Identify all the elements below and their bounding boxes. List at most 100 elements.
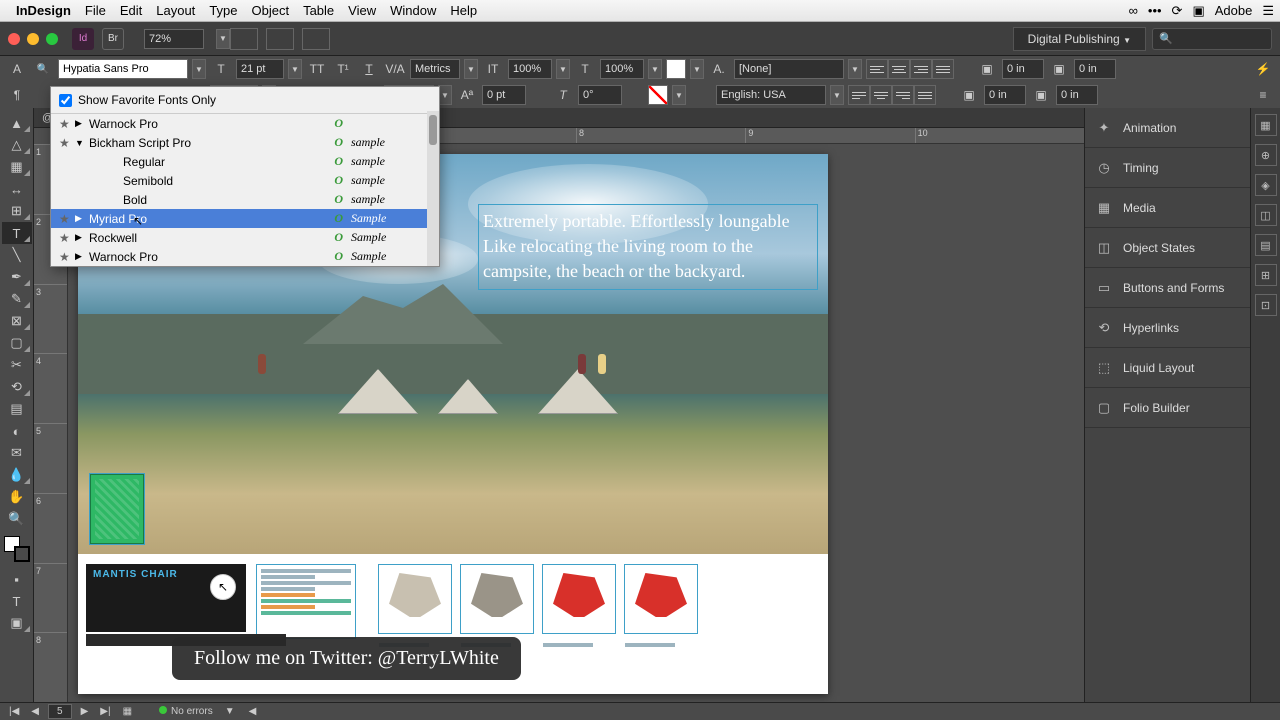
- menu-view[interactable]: View: [348, 3, 376, 18]
- menubar-notif-icon[interactable]: ▣: [1192, 3, 1204, 19]
- panel-object-states[interactable]: ◫Object States: [1085, 228, 1250, 268]
- charstyle-field[interactable]: [None]: [734, 59, 844, 79]
- font-size-dropdown[interactable]: ▼: [288, 59, 302, 79]
- open-pages-button[interactable]: ▦: [120, 706, 135, 717]
- vscale-dropdown[interactable]: ▼: [556, 59, 570, 79]
- justify-last-left[interactable]: [848, 85, 870, 105]
- arrange-docs[interactable]: [302, 28, 330, 50]
- inset-right-field[interactable]: 0 in: [1056, 85, 1098, 105]
- rectangle-frame-tool[interactable]: ⊠: [2, 310, 32, 332]
- expand-arrow-icon[interactable]: ▶: [75, 232, 89, 243]
- panel-timing[interactable]: ◷Timing: [1085, 148, 1250, 188]
- free-transform-tool[interactable]: ⟲: [2, 376, 32, 398]
- next-page-button[interactable]: ▶: [78, 706, 92, 717]
- favorite-star-icon[interactable]: ★: [59, 117, 75, 131]
- product-thumb[interactable]: [460, 564, 534, 634]
- view-mode-button[interactable]: ▣: [2, 612, 32, 634]
- fill-swatch[interactable]: [666, 59, 686, 79]
- menu-help[interactable]: Help: [450, 3, 477, 18]
- panel-liquid-layout[interactable]: ⬚Liquid Layout: [1085, 348, 1250, 388]
- workspace-switcher[interactable]: Digital Publishing ▼: [1013, 27, 1146, 51]
- menu-edit[interactable]: Edit: [120, 3, 142, 18]
- font-row[interactable]: RegularOsample: [51, 152, 439, 171]
- menu-window[interactable]: Window: [390, 3, 436, 18]
- preflight-status[interactable]: No errors: [159, 706, 213, 717]
- last-page-button[interactable]: ▶|: [97, 706, 113, 717]
- menu-file[interactable]: File: [85, 3, 106, 18]
- dock-icon[interactable]: ⊕: [1255, 144, 1277, 166]
- rectangle-tool[interactable]: ▢: [2, 332, 32, 354]
- line-tool[interactable]: ╲: [2, 244, 32, 266]
- language-field[interactable]: English: USA: [716, 85, 826, 105]
- font-row[interactable]: BoldOsample: [51, 190, 439, 209]
- dock-icon[interactable]: ◫: [1255, 204, 1277, 226]
- favorite-star-icon[interactable]: ★: [59, 250, 75, 264]
- dock-icon[interactable]: ▤: [1255, 234, 1277, 256]
- expand-arrow-icon[interactable]: ▶: [75, 118, 89, 129]
- hscale-field[interactable]: 100%: [600, 59, 644, 79]
- menu-object[interactable]: Object: [252, 3, 290, 18]
- vscale-field[interactable]: 100%: [508, 59, 552, 79]
- pencil-tool[interactable]: ✎: [2, 288, 32, 310]
- favorite-star-icon[interactable]: ★: [59, 212, 75, 226]
- menu-type[interactable]: Type: [209, 3, 237, 18]
- gradient-feather-tool[interactable]: ◐: [2, 420, 32, 442]
- pen-tool[interactable]: ✒: [2, 266, 32, 288]
- zoom-level[interactable]: 72%: [144, 29, 204, 49]
- align-right-button[interactable]: [910, 59, 932, 79]
- hscale-dropdown[interactable]: ▼: [648, 59, 662, 79]
- paragraph-mode-icon[interactable]: ¶: [6, 85, 28, 105]
- font-size-field[interactable]: 21 pt: [236, 59, 284, 79]
- selected-frame[interactable]: [90, 474, 144, 544]
- type-tool[interactable]: T: [2, 222, 32, 244]
- hero-text-frame[interactable]: Extremely portable. Effortlessly loungab…: [478, 204, 818, 290]
- formatting-text-icon[interactable]: T: [2, 590, 32, 612]
- fill-dropdown[interactable]: ▼: [690, 59, 704, 79]
- align-left-button[interactable]: [866, 59, 888, 79]
- fill-stroke-proxy[interactable]: [4, 536, 30, 562]
- justify-last-right[interactable]: [892, 85, 914, 105]
- underline-icon[interactable]: T: [358, 59, 380, 79]
- font-row[interactable]: ★▶Myriad Pro↖OSample: [51, 209, 439, 228]
- font-row[interactable]: ★▶Warnock ProO: [51, 114, 439, 133]
- apply-color-icon[interactable]: ▪: [2, 568, 32, 590]
- zoom-tool[interactable]: 🔍: [2, 508, 32, 530]
- skew-field[interactable]: 0°: [578, 85, 622, 105]
- stroke-dropdown[interactable]: ▼: [672, 85, 686, 105]
- quick-apply-icon[interactable]: ⚡: [1252, 59, 1274, 79]
- help-search[interactable]: 🔍: [1152, 28, 1272, 50]
- panel-folio-builder[interactable]: ▢Folio Builder: [1085, 388, 1250, 428]
- allcaps-icon[interactable]: TT: [306, 59, 328, 79]
- first-page-button[interactable]: |◀: [6, 706, 22, 717]
- dock-icon[interactable]: ⊞: [1255, 264, 1277, 286]
- font-row[interactable]: SemiboldOsample: [51, 171, 439, 190]
- panel-buttons-forms[interactable]: ▭Buttons and Forms: [1085, 268, 1250, 308]
- font-family-field[interactable]: Hypatia Sans Pro: [58, 59, 188, 79]
- charstyle-dropdown[interactable]: ▼: [848, 59, 862, 79]
- menu-table[interactable]: Table: [303, 3, 334, 18]
- inset-left-field[interactable]: 0 in: [1074, 59, 1116, 79]
- character-mode-icon[interactable]: A: [6, 59, 28, 79]
- product-thumb[interactable]: [542, 564, 616, 634]
- justify-last-center[interactable]: [870, 85, 892, 105]
- inset-top-field[interactable]: 0 in: [1002, 59, 1044, 79]
- hand-tool[interactable]: ✋: [2, 486, 32, 508]
- font-family-dropdown[interactable]: ▼: [192, 59, 206, 79]
- menubar-cc-icon[interactable]: ∞: [1129, 3, 1138, 18]
- view-options[interactable]: [230, 28, 258, 50]
- window-controls[interactable]: [8, 33, 58, 45]
- tracking-dropdown[interactable]: ▼: [438, 85, 452, 105]
- panel-media[interactable]: ▦Media: [1085, 188, 1250, 228]
- font-row[interactable]: ★▶Warnock ProOSample: [51, 247, 439, 266]
- kerning-field[interactable]: Metrics: [410, 59, 460, 79]
- inset-bottom-field[interactable]: 0 in: [984, 85, 1026, 105]
- dock-icon[interactable]: ⊡: [1255, 294, 1277, 316]
- font-row[interactable]: ★▼Bickham Script ProOsample: [51, 133, 439, 152]
- font-list[interactable]: ★▶Warnock ProO★▼Bickham Script ProOsampl…: [51, 114, 439, 266]
- panel-animation[interactable]: ✦Animation: [1085, 108, 1250, 148]
- panel-hyperlinks[interactable]: ⟲Hyperlinks: [1085, 308, 1250, 348]
- content-collector-tool[interactable]: ⊞: [2, 200, 32, 222]
- title-block[interactable]: MANTIS CHAIR ↖: [86, 564, 246, 632]
- justify-button[interactable]: [932, 59, 954, 79]
- sidebar-block[interactable]: [256, 564, 356, 639]
